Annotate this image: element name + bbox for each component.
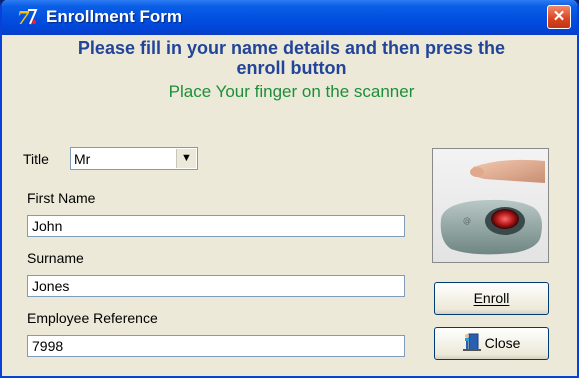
heading-line-2: enroll button xyxy=(236,58,347,78)
enrollment-window: 7 Enrollment Form ✕ Please fill in your … xyxy=(0,0,579,378)
scanner-instruction: Place Your finger on the scanner xyxy=(168,82,415,101)
fingerprint-scanner-image: @ xyxy=(432,148,549,263)
first-name-label: First Name xyxy=(27,190,96,206)
title-bar[interactable]: 7 Enrollment Form ✕ xyxy=(2,0,577,35)
window-title: Enrollment Form xyxy=(46,7,183,26)
enroll-button-label: Enroll xyxy=(473,290,510,306)
heading-line-1: Please fill in your name details and the… xyxy=(77,38,506,58)
exit-door-icon xyxy=(462,333,481,351)
instructions-heading: Please fill in your name details and the… xyxy=(2,38,577,78)
close-icon[interactable]: ✕ xyxy=(547,5,571,29)
title-label: Title xyxy=(23,151,49,167)
close-button-label: Close xyxy=(484,335,521,351)
surname-label: Surname xyxy=(27,250,84,266)
svg-text:@: @ xyxy=(463,216,471,225)
app-logo-icon: 7 xyxy=(17,8,38,28)
dropdown-arrow-icon[interactable]: ▼ xyxy=(176,149,196,168)
first-name-field[interactable]: John xyxy=(27,215,405,237)
scanner-illustration: @ xyxy=(440,159,545,255)
close-button[interactable]: Close xyxy=(434,327,549,360)
employee-reference-label: Employee Reference xyxy=(27,310,158,326)
enroll-button[interactable]: Enroll xyxy=(434,282,549,315)
title-select[interactable]: Mr ▼ xyxy=(70,147,198,170)
title-select-value: Mr xyxy=(74,151,91,167)
surname-field[interactable]: Jones xyxy=(27,275,405,297)
employee-reference-field[interactable]: 7998 xyxy=(27,335,405,357)
